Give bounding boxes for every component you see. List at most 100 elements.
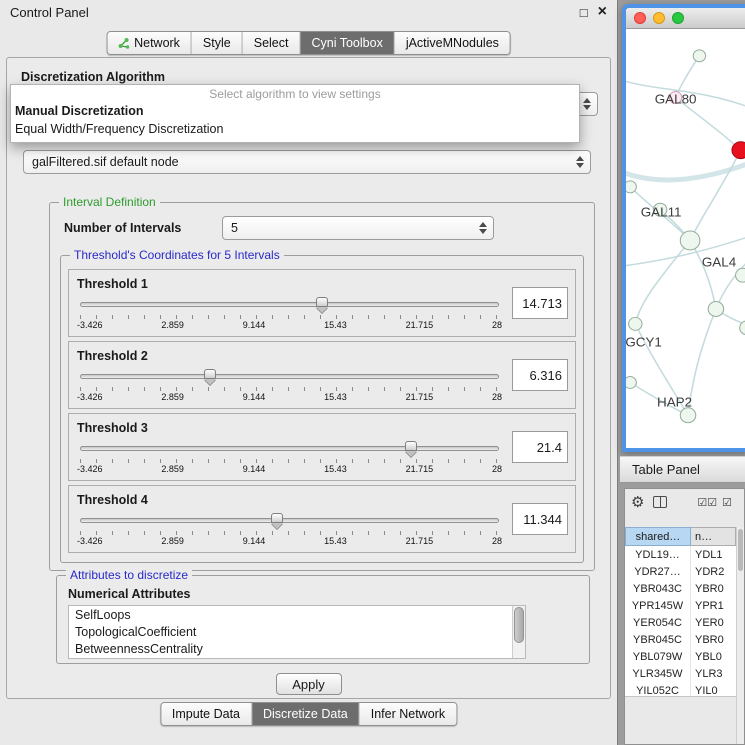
node-label-gal80: GAL80 xyxy=(655,92,697,107)
table-row[interactable]: YBR043CYBR0 xyxy=(625,580,736,597)
close-traffic-light-icon[interactable] xyxy=(634,12,646,24)
table-row[interactable]: YDL19…YDL1 xyxy=(625,546,736,563)
number-of-intervals-select[interactable]: 5 xyxy=(222,216,494,240)
cell[interactable]: YBL079W xyxy=(625,648,691,665)
threshold-slider[interactable] xyxy=(80,368,499,385)
cell[interactable]: YBR043C xyxy=(625,580,691,597)
popup-option-manual-discretization[interactable]: Manual Discretization xyxy=(11,102,579,120)
minimize-traffic-light-icon[interactable] xyxy=(653,12,665,24)
table-row[interactable]: YDR27…YDR2 xyxy=(625,563,736,580)
cell[interactable]: YBR0 xyxy=(691,631,736,648)
tab-discretize-data[interactable]: Discretize Data xyxy=(252,703,360,725)
threshold-value-field[interactable]: 6.316 xyxy=(512,359,568,391)
table-row[interactable]: YER054CYER0 xyxy=(625,614,736,631)
scrollbar-thumb[interactable] xyxy=(514,607,524,643)
threshold-slider[interactable] xyxy=(80,440,499,457)
slider-track[interactable] xyxy=(80,446,499,451)
cell[interactable]: YDR27… xyxy=(625,563,691,580)
gear-icon[interactable]: ⚙ xyxy=(631,493,644,511)
scale-label: 15.43 xyxy=(324,536,347,546)
table-row[interactable]: YBR045CYBR0 xyxy=(625,631,736,648)
popup-option-equal-width[interactable]: Equal Width/Frequency Discretization xyxy=(11,120,579,138)
scale-label: 15.43 xyxy=(324,320,347,330)
table-panel-title: Table Panel xyxy=(632,462,700,477)
numerical-attributes-label: Numerical Attributes xyxy=(68,587,190,601)
table-row[interactable]: YIL052CYIL0 xyxy=(625,682,736,697)
tab-impute-data[interactable]: Impute Data xyxy=(161,703,252,725)
tab-label: Impute Data xyxy=(172,707,240,721)
tab-select[interactable]: Select xyxy=(243,32,301,54)
table-scrollbar[interactable] xyxy=(736,527,744,744)
network-canvas[interactable]: GAL80 GAL11 GAL4 GCY1 HAP2 xyxy=(626,30,745,448)
interval-definition-group: Interval Definition Number of Intervals … xyxy=(49,202,595,571)
cell[interactable]: YDL1 xyxy=(691,546,736,563)
tab-cyni-toolbox[interactable]: Cyni Toolbox xyxy=(300,32,394,54)
table-panel-header: Table Panel xyxy=(620,456,745,483)
attributes-scrollbar[interactable] xyxy=(512,606,525,658)
cell[interactable]: YBR045C xyxy=(625,631,691,648)
slider-track[interactable] xyxy=(80,374,499,379)
scale-label: 28 xyxy=(492,464,502,474)
scale-label: 9.144 xyxy=(243,536,266,546)
column-header-shared-name[interactable]: shared… xyxy=(625,527,691,546)
select-column-icon[interactable]: ☑ xyxy=(722,496,732,509)
cell[interactable]: YER0 xyxy=(691,614,736,631)
scale-label: 21.715 xyxy=(406,464,434,474)
table-row[interactable]: YLR345WYLR3 xyxy=(625,665,736,682)
cell[interactable]: YIL052C xyxy=(625,682,691,697)
threshold-value-field[interactable]: 21.4 xyxy=(512,431,568,463)
slider-thumb[interactable] xyxy=(405,441,417,451)
cell[interactable]: YER054C xyxy=(625,614,691,631)
slider-thumb[interactable] xyxy=(271,513,283,523)
cell[interactable]: YBL0 xyxy=(691,648,736,665)
scale-label: 28 xyxy=(492,320,502,330)
table-data-select[interactable]: galFiltered.sif default node xyxy=(23,150,591,174)
threshold-slider[interactable] xyxy=(80,296,499,313)
list-item[interactable]: SelfLoops xyxy=(75,607,525,624)
threshold-value-field[interactable]: 11.344 xyxy=(512,503,568,535)
table-header-row: shared… n… xyxy=(625,527,744,546)
close-icon[interactable]: × xyxy=(598,4,607,20)
select-all-icon[interactable]: ☑☑ xyxy=(697,496,717,509)
scale-label: 9.144 xyxy=(243,464,266,474)
apply-button[interactable]: Apply xyxy=(276,673,342,695)
cell[interactable]: YDL19… xyxy=(625,546,691,563)
slider-thumb[interactable] xyxy=(204,369,216,379)
tab-infer-network[interactable]: Infer Network xyxy=(360,703,456,725)
threshold-panel: Threshold 3 -3.4262.8599.14415.4321.7152… xyxy=(68,413,576,481)
tab-network[interactable]: Network xyxy=(107,32,192,54)
cell[interactable]: YLR3 xyxy=(691,665,736,682)
slider-thumb[interactable] xyxy=(316,297,328,307)
tab-label: Cyni Toolbox xyxy=(311,36,382,50)
cell[interactable]: YBR0 xyxy=(691,580,736,597)
column-header-name[interactable]: n… xyxy=(691,527,736,546)
scrollbar-thumb[interactable] xyxy=(738,529,743,571)
cell[interactable]: YIL0 xyxy=(691,682,736,697)
float-window-icon[interactable]: □ xyxy=(580,6,588,19)
control-panel-titlebar: Control Panel □ × xyxy=(0,0,617,24)
table-row[interactable]: YBL079WYBL0 xyxy=(625,648,736,665)
threshold-panel: Threshold 4 -3.4262.8599.14415.4321.7152… xyxy=(68,485,576,553)
columns-icon[interactable] xyxy=(653,496,667,508)
tab-jactivemodules[interactable]: jActiveMNodules xyxy=(395,32,510,54)
scale-label: -3.426 xyxy=(77,536,103,546)
slider-ticks xyxy=(80,387,499,391)
threshold-label: Threshold 4 xyxy=(77,493,502,507)
threshold-value-field[interactable]: 14.713 xyxy=(512,287,568,319)
slider-track[interactable] xyxy=(80,302,499,307)
tab-style[interactable]: Style xyxy=(192,32,243,54)
attributes-list[interactable]: SelfLoops TopologicalCoefficient Between… xyxy=(68,605,526,659)
scale-label: 2.859 xyxy=(161,536,184,546)
cell[interactable]: YDR2 xyxy=(691,563,736,580)
zoom-traffic-light-icon[interactable] xyxy=(672,12,684,24)
cell[interactable]: YPR1 xyxy=(691,597,736,614)
tab-label: Infer Network xyxy=(371,707,445,721)
slider-track[interactable] xyxy=(80,518,499,523)
cell[interactable]: YPR145W xyxy=(625,597,691,614)
network-window-titlebar[interactable] xyxy=(626,8,745,29)
list-item[interactable]: BetweennessCentrality xyxy=(75,641,525,658)
table-row[interactable]: YPR145WYPR1 xyxy=(625,597,736,614)
threshold-slider[interactable] xyxy=(80,512,499,529)
list-item[interactable]: TopologicalCoefficient xyxy=(75,624,525,641)
cell[interactable]: YLR345W xyxy=(625,665,691,682)
